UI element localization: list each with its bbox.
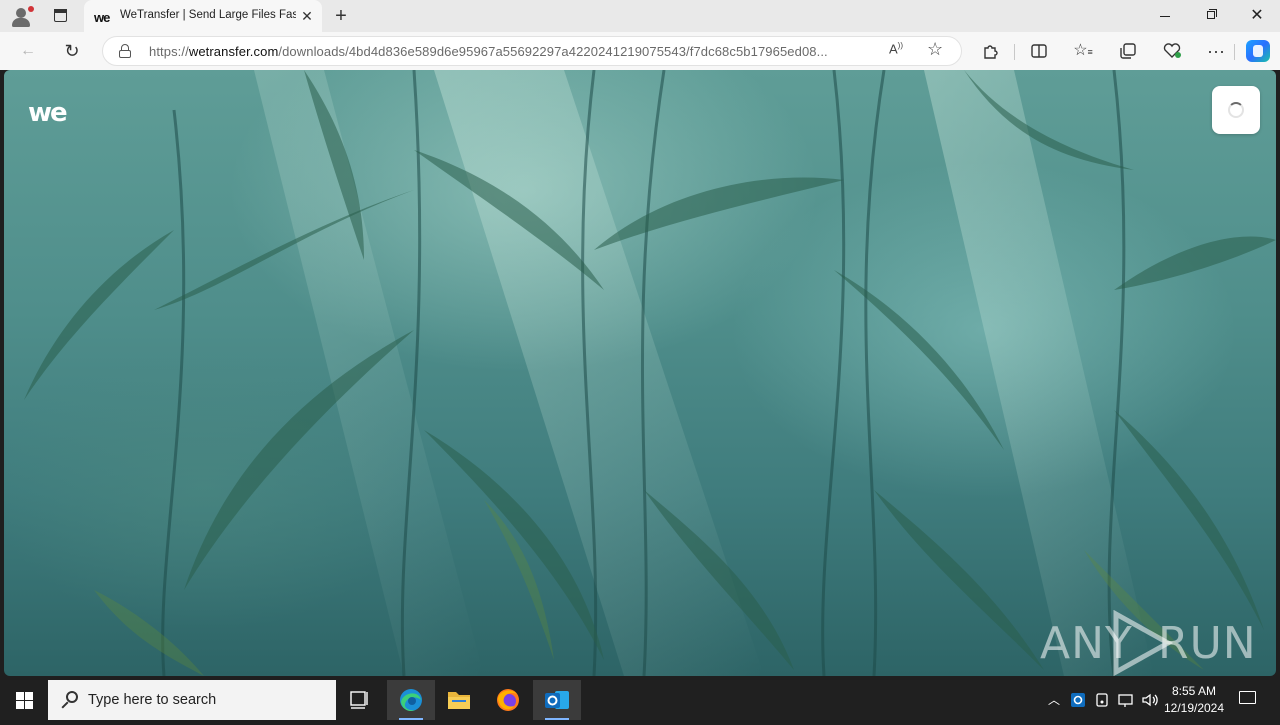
edge-icon[interactable] xyxy=(387,680,435,720)
outlook-icon[interactable] xyxy=(533,680,581,720)
refresh-icon[interactable]: ↻ xyxy=(60,39,84,63)
browser-toolbar: ← ↻ https://wetransfer.com/downloads/4bd… xyxy=(0,32,1280,70)
taskbar-search-box[interactable]: Type here to search xyxy=(48,680,336,720)
chevron-up-icon[interactable]: ︿ xyxy=(1044,690,1064,710)
network-device-icon[interactable] xyxy=(1092,690,1112,710)
extensions-icon[interactable] xyxy=(979,39,1003,63)
network-icon[interactable] xyxy=(1116,690,1136,710)
collections-icon[interactable] xyxy=(1116,39,1140,63)
toolbar-separator xyxy=(1234,44,1235,60)
windows-start-icon[interactable] xyxy=(0,680,48,720)
clock-time: 8:55 AM xyxy=(1171,684,1217,698)
watermark-text-run: RUN xyxy=(1158,618,1257,669)
search-placeholder: Type here to search xyxy=(88,692,217,708)
tab-actions-icon[interactable] xyxy=(48,6,72,26)
page-viewport: we ANY RUN xyxy=(4,70,1276,676)
search-icon xyxy=(60,690,80,710)
notification-icon[interactable] xyxy=(1236,688,1260,712)
lock-icon[interactable] xyxy=(119,44,131,58)
menu-button[interactable] xyxy=(1212,86,1260,134)
restore-button[interactable] xyxy=(1188,0,1234,32)
address-bar[interactable]: https://wetransfer.com/downloads/4bd4d83… xyxy=(102,36,962,66)
browser-tab[interactable]: we WeTransfer | Send Large Files Fast ✕ xyxy=(84,0,322,32)
tab-title: WeTransfer | Send Large Files Fast xyxy=(120,9,296,21)
more-icon[interactable]: ··· xyxy=(1204,39,1228,63)
file-explorer-icon[interactable] xyxy=(435,680,483,720)
profile-avatar-icon[interactable] xyxy=(8,4,34,28)
clock-date: 12/19/2024 xyxy=(1163,701,1225,715)
back-icon[interactable]: ← xyxy=(16,39,40,63)
toolbar-separator xyxy=(1014,44,1015,60)
loading-spinner-icon xyxy=(1228,102,1244,118)
wetransfer-logo[interactable]: we xyxy=(28,98,68,128)
favorites-icon[interactable]: ☆≡ xyxy=(1071,39,1095,63)
taskbar: Type here to search ︿ 8:55 AM 12/19/2024 xyxy=(0,680,1280,720)
kelp-forest-background xyxy=(24,70,1276,676)
split-screen-icon[interactable] xyxy=(1027,39,1051,63)
minimize-button[interactable] xyxy=(1142,0,1188,32)
tab-close-icon[interactable]: ✕ xyxy=(298,7,316,25)
browser-essentials-icon[interactable] xyxy=(1160,39,1184,63)
taskbar-clock[interactable]: 8:55 AM 12/19/2024 xyxy=(1156,683,1232,717)
close-button[interactable]: ✕ xyxy=(1234,0,1280,32)
task-view-icon[interactable] xyxy=(336,680,384,720)
new-tab-button[interactable]: + xyxy=(330,5,352,27)
url-text[interactable]: https://wetransfer.com/downloads/4bd4d83… xyxy=(149,44,889,59)
wetransfer-favicon-icon: we xyxy=(94,10,110,25)
copilot-icon[interactable] xyxy=(1246,40,1270,62)
favorite-star-icon[interactable]: ☆ xyxy=(927,39,943,60)
title-bar: we WeTransfer | Send Large Files Fast ✕ … xyxy=(0,0,1280,32)
read-aloud-icon[interactable]: A)) xyxy=(889,41,903,56)
firefox-icon[interactable] xyxy=(484,680,532,720)
outlook-tray-icon[interactable] xyxy=(1068,690,1088,710)
anyrun-watermark: ANY RUN xyxy=(1040,610,1256,676)
